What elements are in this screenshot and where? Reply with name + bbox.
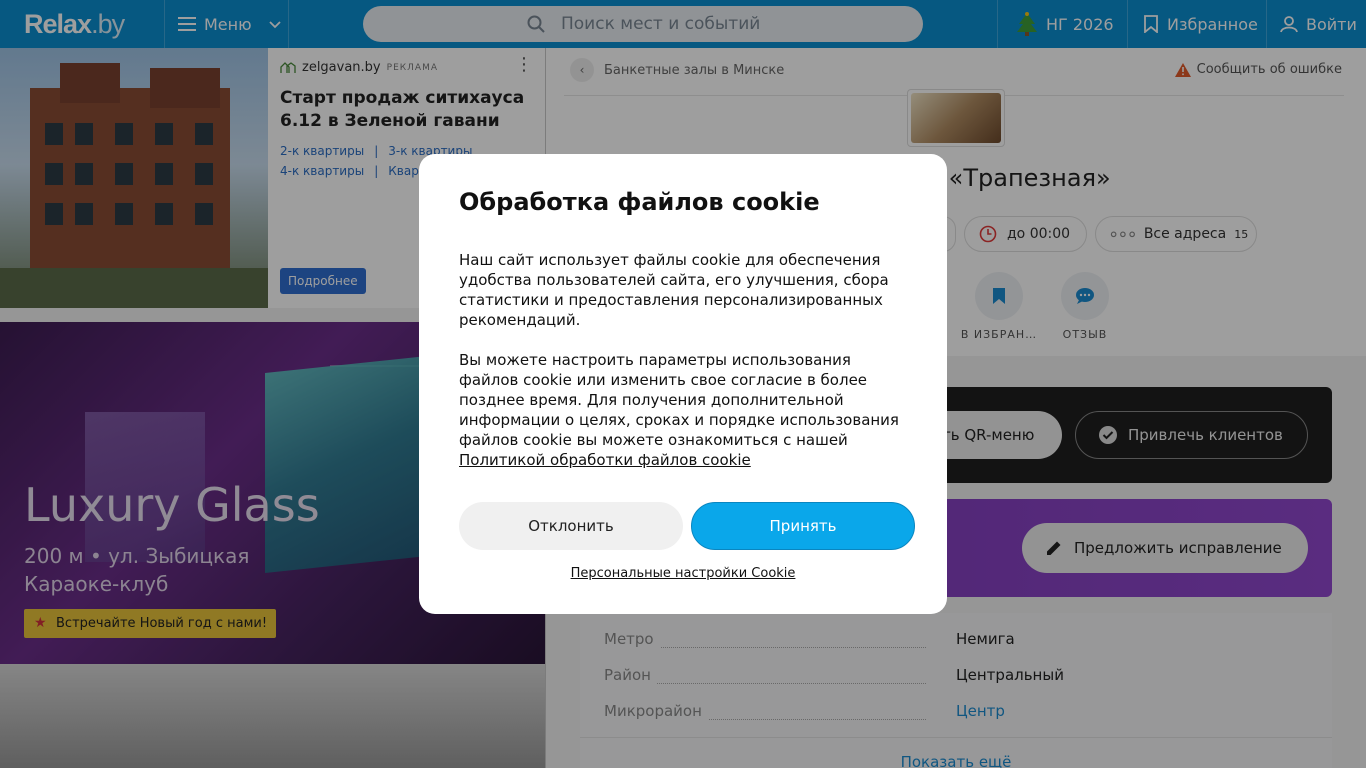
decline-button[interactable]: Отклонить [459, 502, 683, 550]
cookie-policy-link[interactable]: Политикой обработки файлов cookie [459, 451, 751, 469]
cookie-modal-title: Обработка файлов cookie [459, 188, 820, 216]
personal-cookie-settings-link[interactable]: Персональные настройки Cookie [419, 566, 947, 581]
accept-button[interactable]: Принять [691, 502, 915, 550]
cookie-paragraph: Вы можете настроить параметры использова… [459, 351, 899, 449]
cookie-modal-text: Наш сайт использует файлы cookie для обе… [459, 250, 909, 490]
cookie-modal: Обработка файлов cookie Наш сайт использ… [419, 154, 947, 614]
cookie-paragraph: Наш сайт использует файлы cookie для обе… [459, 251, 889, 329]
